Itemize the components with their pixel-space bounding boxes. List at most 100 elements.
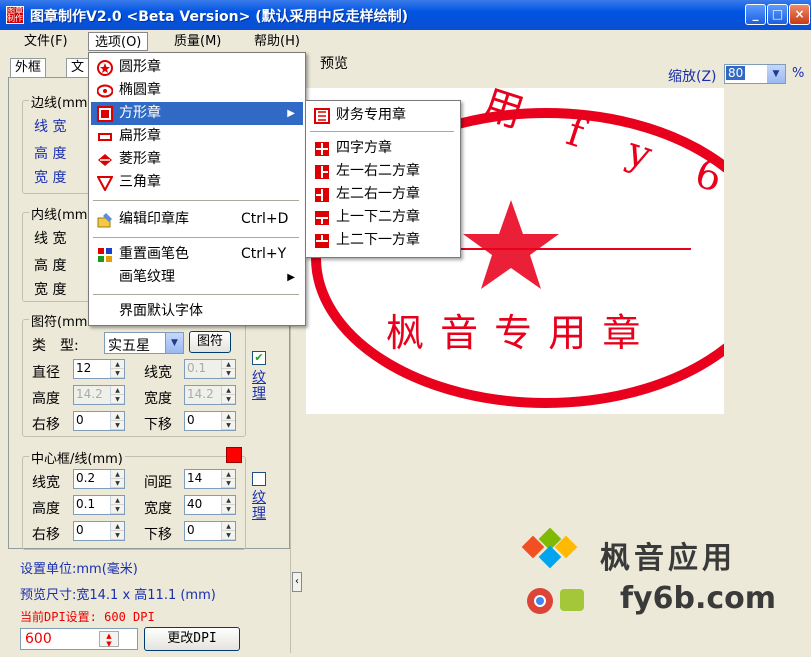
menu-separator	[93, 294, 299, 295]
menu-item-square-stamp[interactable]: 方形章 ▶	[91, 102, 303, 125]
submenu-item-top1-bottom2[interactable]: 上一下二方章	[308, 206, 458, 229]
center-height-label: 高度	[32, 501, 60, 517]
maximize-button[interactable]: □	[767, 4, 788, 25]
menu-help[interactable]: 帮助(H)	[248, 32, 306, 51]
minimize-button[interactable]: _	[745, 4, 766, 25]
menu-item-default-font[interactable]: 界面默认字体	[91, 300, 303, 323]
four-grid-icon	[315, 142, 329, 156]
symbol-right-label: 右移	[32, 417, 60, 433]
zoom-percent: %	[792, 66, 805, 81]
tab-text[interactable]: 文	[66, 58, 90, 78]
submenu-arrow-icon: ▶	[287, 272, 295, 283]
menu-item-diamond-stamp[interactable]: 菱形章	[91, 148, 303, 171]
menu-item-reset-pen-color[interactable]: 重置画笔色 Ctrl+Y	[91, 243, 303, 266]
zoom-select[interactable]: 80 ▼	[724, 64, 786, 84]
menu-item-shortcut: Ctrl+D	[241, 211, 289, 227]
center-color-swatch[interactable]	[226, 447, 242, 463]
menu-item-circle-stamp[interactable]: 圆形章	[91, 56, 303, 79]
menu-quality[interactable]: 质量(M)	[168, 32, 227, 51]
submenu-item-top2-bottom1[interactable]: 上二下一方章	[308, 229, 458, 252]
menu-file[interactable]: 文件(F)	[18, 32, 74, 51]
stepper-arrows[interactable]: ▲ ▼	[221, 386, 235, 404]
stepper-arrows[interactable]: ▲ ▼	[110, 470, 124, 488]
symbol-texture-checkbox[interactable]: ✔	[252, 351, 266, 365]
stepper-arrows[interactable]: ▲ ▼	[110, 360, 124, 378]
symbol-height-stepper[interactable]: 14.2 ▲ ▼	[73, 385, 125, 405]
symbol-line-width-stepper[interactable]: 0.1 ▲ ▼	[184, 359, 236, 379]
square-stamp-icon	[97, 106, 113, 122]
submenu-item-left2-right1[interactable]: 左二右一方章	[308, 183, 458, 206]
submenu-item-label: 上一下二方章	[336, 209, 420, 225]
symbol-height-label: 高度	[32, 391, 60, 407]
stepper-arrows[interactable]: ▲ ▼	[221, 360, 235, 378]
menu-item-edit-library[interactable]: 编辑印章库 Ctrl+D	[91, 208, 303, 231]
center-down-stepper[interactable]: 0 ▲ ▼	[184, 521, 236, 541]
border-width-label: 线 宽	[34, 119, 67, 135]
stepper-arrows[interactable]: ▲ ▼	[221, 522, 235, 540]
menu-options[interactable]: 选项(O)	[88, 32, 149, 51]
symbol-width-value: 14.2	[187, 387, 214, 401]
center-group-title: 中心框/线(mm)	[29, 448, 125, 467]
menu-item-ellipse-stamp[interactable]: 椭圆章	[91, 79, 303, 102]
menu-item-label: 重置画笔色	[119, 246, 189, 262]
stepper-arrows[interactable]: ▲ ▼	[110, 496, 124, 514]
symbol-down-stepper[interactable]: 0 ▲ ▼	[184, 411, 236, 431]
menu-item-triangle-stamp[interactable]: 三角章	[91, 171, 303, 194]
symbol-right-stepper[interactable]: 0 ▲ ▼	[73, 411, 125, 431]
circle-stamp-icon	[97, 60, 113, 76]
close-button[interactable]: ×	[789, 4, 810, 25]
symbol-down-value: 0	[187, 413, 195, 427]
change-dpi-button[interactable]: 更改DPI	[144, 627, 240, 651]
inner-breadth-label: 宽 度	[34, 282, 67, 298]
dpi-stepper[interactable]: 600 ▲ ▼	[20, 628, 138, 650]
submenu-item-finance-stamp[interactable]: 财务专用章	[308, 104, 458, 127]
stepper-arrows[interactable]: ▲ ▼	[110, 412, 124, 430]
center-right-stepper[interactable]: 0 ▲ ▼	[73, 521, 125, 541]
zoom-label: 缩放(Z)	[668, 69, 717, 85]
stepper-arrows[interactable]: ▲ ▼	[221, 470, 235, 488]
chevron-down-icon[interactable]: ▼	[767, 65, 785, 83]
diameter-stepper[interactable]: 12 ▲ ▼	[73, 359, 125, 379]
submenu-item-label: 左一右二方章	[336, 163, 420, 179]
menu-item-pen-texture[interactable]: 画笔纹理 ▶	[91, 266, 303, 289]
stepper-arrows[interactable]: ▲ ▼	[221, 496, 235, 514]
center-line-width-stepper[interactable]: 0.2 ▲ ▼	[73, 469, 125, 489]
watermark-url: fy6b.com	[620, 581, 777, 616]
zoom-value: 80	[726, 66, 746, 80]
symbol-line-width-label: 线宽	[144, 365, 172, 381]
inner-height-label: 高 度	[34, 258, 67, 274]
menu-item-label: 三角章	[119, 174, 161, 190]
menu-item-flat-stamp[interactable]: 扁形章	[91, 125, 303, 148]
symbol-right-value: 0	[76, 413, 84, 427]
watermark: 枫音应用 fy6b.com	[520, 525, 810, 625]
center-line-width-value: 0.2	[76, 471, 96, 485]
center-down-label: 下移	[144, 527, 172, 543]
edit-library-icon	[97, 213, 112, 228]
symbol-button[interactable]: 图符	[189, 331, 231, 353]
submenu-item-label: 四字方章	[336, 140, 392, 156]
inner-width-label: 线 宽	[34, 231, 67, 247]
chevron-down-icon[interactable]: ▼	[165, 333, 183, 353]
dpi-stepper-arrows[interactable]: ▲ ▼	[99, 631, 119, 648]
submenu-item-label: 财务专用章	[336, 107, 406, 123]
center-height-stepper[interactable]: 0.1 ▲ ▼	[73, 495, 125, 515]
center-texture-checkbox[interactable]	[252, 472, 266, 486]
symbol-width-stepper[interactable]: 14.2 ▲ ▼	[184, 385, 236, 405]
stepper-arrows[interactable]: ▲ ▼	[110, 386, 124, 404]
title-bar: 图章制作 图章制作V2.0 <Beta Version> (默认采用中反走样绘制…	[0, 0, 811, 30]
tab-outer-frame[interactable]: 外框	[10, 58, 47, 78]
collapse-arrow-icon[interactable]: ‹	[292, 572, 302, 592]
color-palette-icon	[98, 248, 112, 262]
submenu-item-left1-right2[interactable]: 左一右二方章	[308, 160, 458, 183]
menu-item-shortcut: Ctrl+Y	[241, 246, 287, 262]
center-spacing-stepper[interactable]: 14 ▲ ▼	[184, 469, 236, 489]
center-line-width-label: 线宽	[32, 475, 60, 491]
menu-separator	[93, 200, 299, 201]
border-breadth-label: 宽 度	[34, 170, 67, 186]
symbol-type-select[interactable]: 实五星 ▼	[104, 332, 184, 354]
submenu-item-four-char[interactable]: 四字方章	[308, 137, 458, 160]
center-width-stepper[interactable]: 40 ▲ ▼	[184, 495, 236, 515]
stepper-arrows[interactable]: ▲ ▼	[110, 522, 124, 540]
stepper-arrows[interactable]: ▲ ▼	[221, 412, 235, 430]
current-dpi-text: 当前DPI设置: 600 DPI	[20, 610, 155, 624]
